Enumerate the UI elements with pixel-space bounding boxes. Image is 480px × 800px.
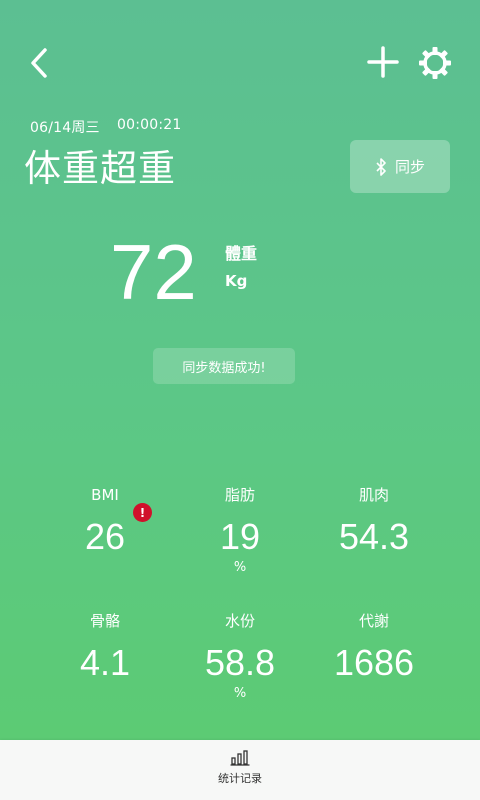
metric-muscle[interactable]: 肌肉 54.3 <box>299 484 449 560</box>
metric-value: 1686 <box>333 642 415 683</box>
weight-label: 體重 <box>225 244 258 263</box>
metric-unit: % <box>233 686 247 701</box>
metric-unit: % <box>233 560 247 575</box>
measure-date: 06/14周三 <box>30 120 100 136</box>
metric-value: 26 <box>84 516 126 557</box>
metric-bone[interactable]: 骨骼 4.1 <box>30 610 180 686</box>
settings-button[interactable] <box>416 44 454 82</box>
measure-time: 00:00:21 <box>117 117 182 133</box>
metric-label: 水份 <box>224 612 255 630</box>
metric-fat[interactable]: 脂肪 19 % <box>165 484 315 576</box>
sync-success-toast: 同步数据成功! <box>153 348 295 384</box>
tab-statistics-label: 统计记录 <box>218 772 262 785</box>
metric-water[interactable]: 水份 58.8 % <box>165 610 315 702</box>
metric-label: 代謝 <box>358 612 389 630</box>
sync-button-label: 同步 <box>394 158 425 176</box>
bmi-alert-icon[interactable]: ! <box>133 503 152 522</box>
metric-label: 肌肉 <box>358 486 389 504</box>
metric-label: 脂肪 <box>224 486 255 504</box>
metric-value: 54.3 <box>338 516 410 557</box>
metric-label: BMI <box>91 486 119 504</box>
metric-bmi[interactable]: BMI 26 <box>30 484 180 560</box>
metric-value: 58.8 <box>204 642 276 683</box>
tab-statistics[interactable]: 统计记录 <box>200 748 280 794</box>
weight-status-title: 体重超重 <box>24 147 176 190</box>
sync-button[interactable]: 同步 <box>350 140 450 193</box>
metric-label: 骨骼 <box>89 612 120 630</box>
bar-chart-icon <box>230 750 250 766</box>
chevron-left-icon <box>31 48 47 78</box>
weight-value: 72 <box>110 228 197 316</box>
add-button[interactable] <box>366 44 400 80</box>
metric-value: 19 <box>219 516 261 557</box>
gear-icon <box>419 47 451 79</box>
bluetooth-icon <box>376 157 386 176</box>
metric-metabolism[interactable]: 代謝 1686 <box>299 610 449 686</box>
back-button[interactable] <box>24 46 54 80</box>
weight-unit: Kg <box>225 272 248 290</box>
plus-icon <box>367 46 399 78</box>
metric-value: 4.1 <box>79 642 131 683</box>
